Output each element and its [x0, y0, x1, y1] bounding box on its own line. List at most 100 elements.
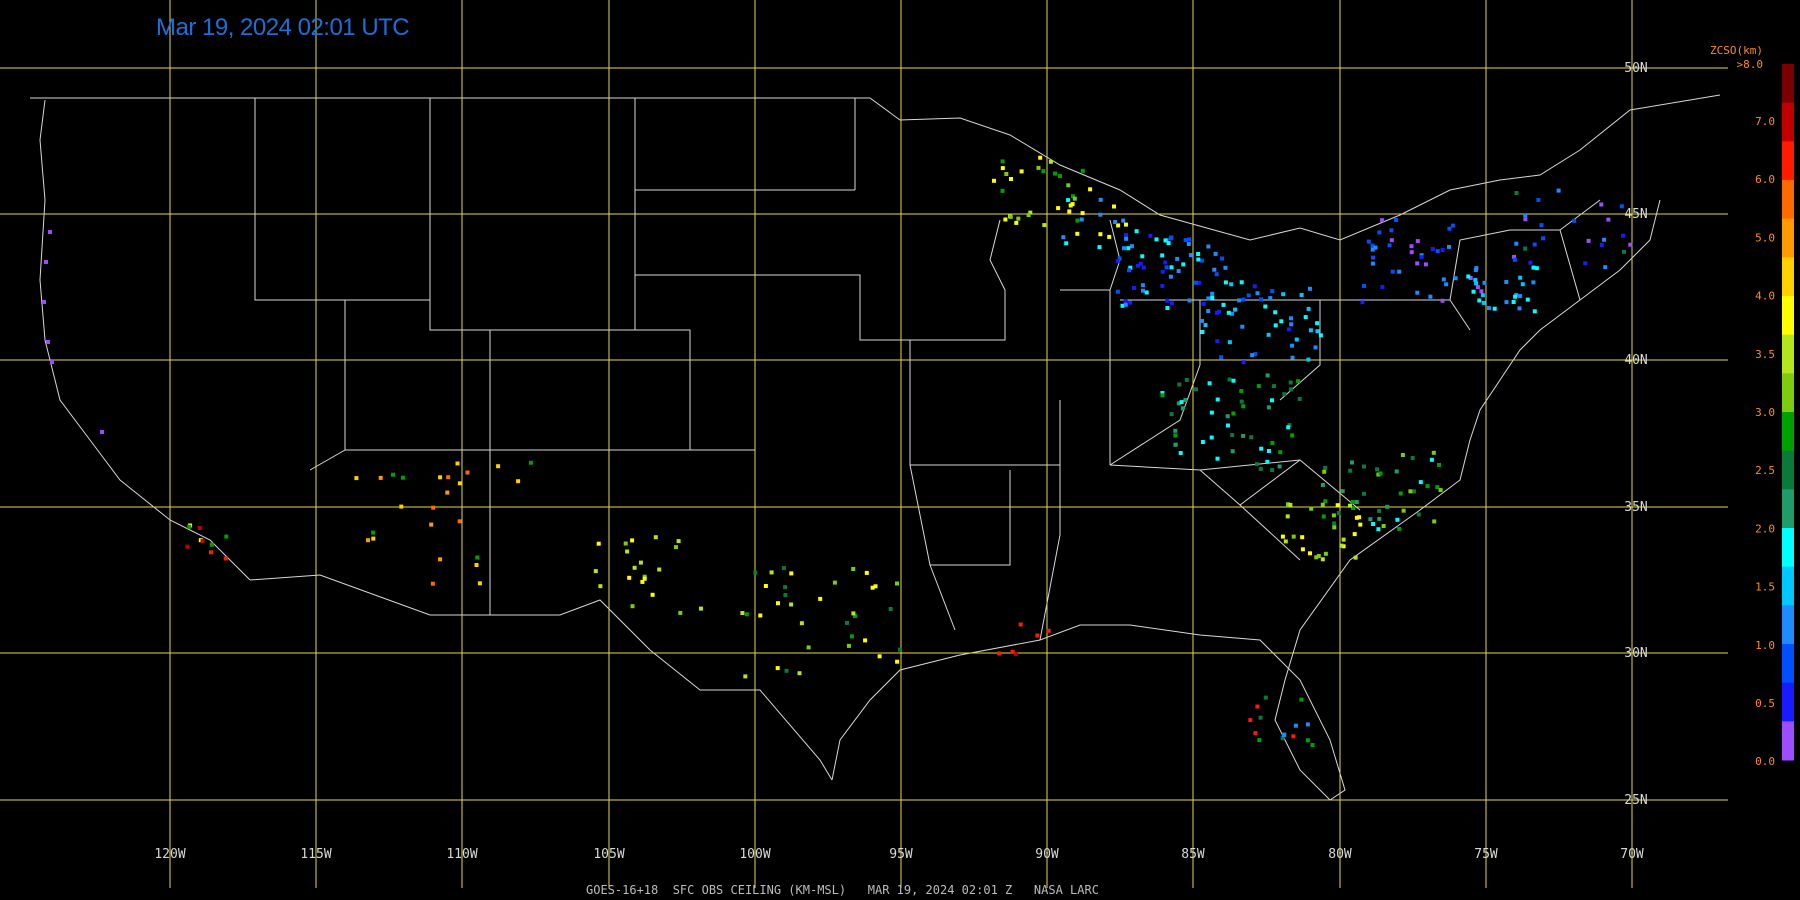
- station-marker: [1112, 204, 1116, 209]
- station-marker: [1173, 442, 1178, 447]
- station-marker: [1124, 236, 1129, 241]
- station-marker: [1466, 274, 1471, 279]
- station-marker: [1213, 251, 1218, 256]
- station-marker: [1265, 373, 1270, 378]
- station-marker: [1246, 293, 1251, 298]
- station-marker: [657, 567, 662, 572]
- station-marker: [1018, 622, 1023, 627]
- station-marker: [763, 584, 768, 588]
- station-marker: [678, 610, 683, 615]
- station-marker: [1340, 489, 1345, 494]
- station-marker: [845, 620, 849, 625]
- station-marker: [1517, 306, 1522, 311]
- station-marker: [1377, 516, 1382, 521]
- station-marker: [1154, 237, 1159, 242]
- station-marker: [1394, 218, 1399, 222]
- station-marker: [781, 566, 786, 571]
- station-marker: [1259, 446, 1264, 451]
- station-marker: [1187, 237, 1192, 242]
- station-marker: [1583, 261, 1588, 266]
- station-marker: [1622, 249, 1626, 254]
- station-marker: [758, 613, 763, 618]
- station-marker: [1619, 204, 1624, 209]
- station-marker: [1196, 257, 1201, 262]
- station-marker: [1140, 283, 1145, 288]
- station-marker: [1314, 555, 1319, 560]
- station-marker: [185, 544, 190, 549]
- station-marker: [1270, 398, 1274, 403]
- station-marker: [1263, 304, 1268, 309]
- station-marker: [740, 611, 745, 615]
- station-marker: [1471, 289, 1476, 294]
- station-marker: [528, 460, 533, 465]
- station-marker: [1217, 309, 1221, 314]
- station-marker: [1332, 525, 1337, 530]
- station-marker: [1323, 465, 1328, 470]
- station-marker: [642, 576, 647, 581]
- station-marker: [1416, 512, 1421, 517]
- legend-tick-label: 0.0: [1755, 755, 1775, 768]
- station-marker: [1504, 300, 1509, 305]
- station-marker: [818, 596, 823, 601]
- station-marker: [1492, 306, 1497, 311]
- latitude-label: 25N: [1624, 793, 1647, 808]
- station-marker: [1528, 260, 1533, 265]
- station-marker: [1240, 324, 1245, 329]
- legend-swatch: [1782, 605, 1794, 645]
- station-marker: [895, 581, 899, 586]
- station-marker: [1183, 238, 1188, 243]
- station-marker: [1212, 267, 1217, 272]
- station-marker: [378, 475, 383, 480]
- station-marker: [888, 607, 893, 611]
- station-marker: [1123, 299, 1128, 304]
- legend-tick-label: 1.0: [1755, 639, 1775, 652]
- station-marker: [1241, 297, 1246, 302]
- station-marker: [1305, 722, 1310, 727]
- station-marker: [1339, 543, 1344, 548]
- station-marker: [438, 557, 443, 562]
- station-marker: [1289, 322, 1294, 327]
- station-marker: [674, 545, 678, 550]
- station-marker: [1163, 260, 1168, 265]
- station-marker: [1354, 515, 1359, 520]
- station-marker: [1315, 329, 1320, 334]
- station-marker: [1477, 298, 1482, 303]
- station-marker: [1207, 381, 1212, 386]
- station-marker: [1294, 337, 1299, 342]
- station-marker: [1353, 555, 1358, 560]
- station-marker: [1230, 433, 1235, 437]
- station-marker: [873, 584, 878, 589]
- station-marker: [1056, 206, 1061, 211]
- station-marker: [1308, 286, 1312, 291]
- station-marker: [1289, 316, 1293, 321]
- station-marker: [1280, 534, 1285, 539]
- station-marker: [743, 674, 748, 679]
- station-marker: [465, 470, 470, 475]
- station-marker: [1041, 169, 1046, 174]
- station-marker: [400, 475, 405, 480]
- station-marker: [1313, 345, 1318, 350]
- station-marker: [474, 563, 479, 567]
- station-marker: [1282, 392, 1287, 397]
- station-marker: [1088, 187, 1093, 192]
- station-marker: [1227, 340, 1232, 345]
- station-marker: [1239, 389, 1244, 393]
- station-marker: [1098, 197, 1103, 202]
- station-marker: [1310, 743, 1315, 747]
- station-marker: [1252, 284, 1257, 289]
- station-marker: [1397, 526, 1402, 531]
- station-marker: [1541, 236, 1546, 241]
- station-marker: [864, 570, 869, 575]
- station-marker: [1286, 425, 1291, 430]
- map-footer: GOES-16+18 SFC OBS CEILING (KM-MSL) MAR …: [586, 883, 1099, 897]
- station-marker: [1169, 301, 1174, 306]
- station-marker: [354, 476, 359, 481]
- station-marker: [1532, 309, 1537, 314]
- station-marker: [1141, 288, 1145, 293]
- station-marker: [1447, 244, 1451, 249]
- station-marker: [1387, 243, 1392, 248]
- station-marker: [1215, 339, 1220, 344]
- station-marker: [446, 475, 451, 480]
- station-marker: [1415, 290, 1420, 295]
- station-marker: [1126, 246, 1131, 251]
